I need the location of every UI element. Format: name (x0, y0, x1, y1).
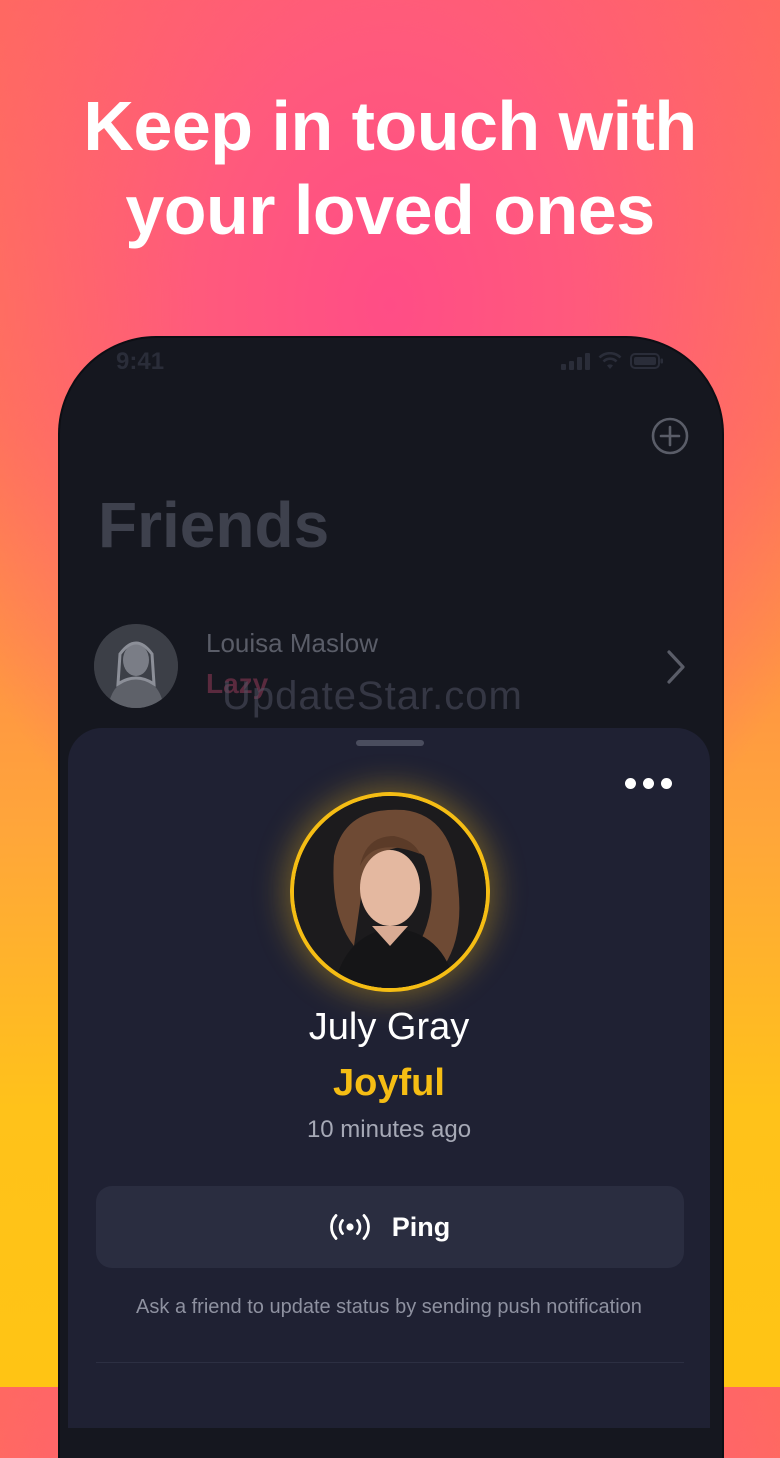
ping-label: Ping (391, 1211, 451, 1242)
headline-line-1: Keep in touch with (83, 87, 697, 165)
friend-avatar (94, 624, 178, 708)
avatar (290, 792, 490, 992)
page-title: Friends (98, 489, 330, 561)
ping-button[interactable]: Ping (96, 1186, 684, 1268)
ping-hint: Ask a friend to update status by sending… (136, 1296, 642, 1318)
friend-name: July Gray (308, 1006, 470, 1048)
status-time-ago: 10 minutes ago (306, 1116, 472, 1143)
wifi-icon (598, 352, 622, 369)
friend-name: Louisa Maslow (206, 628, 378, 658)
status-bar: 9:41 (60, 338, 722, 386)
status-icons (561, 352, 664, 370)
divider (96, 1362, 684, 1363)
more-dots-icon[interactable] (625, 778, 672, 789)
cellular-icon (561, 352, 590, 370)
broadcast-icon (329, 1214, 370, 1240)
status-time: 9:41 (116, 348, 165, 375)
watermark: UpdateStar.com (222, 674, 523, 718)
headline-line-2: your loved ones (125, 171, 655, 249)
status-badge: Joyful (333, 1062, 445, 1104)
sheet-grabber[interactable] (356, 740, 424, 746)
chevron-right-icon (667, 650, 685, 684)
plus-circle-icon[interactable] (650, 416, 690, 456)
headline: Keep in touch with your loved ones (0, 84, 780, 252)
battery-icon (630, 353, 663, 369)
friend-detail-sheet: July Gray Joyful 10 minutes ago Ping Ask… (68, 728, 710, 1428)
